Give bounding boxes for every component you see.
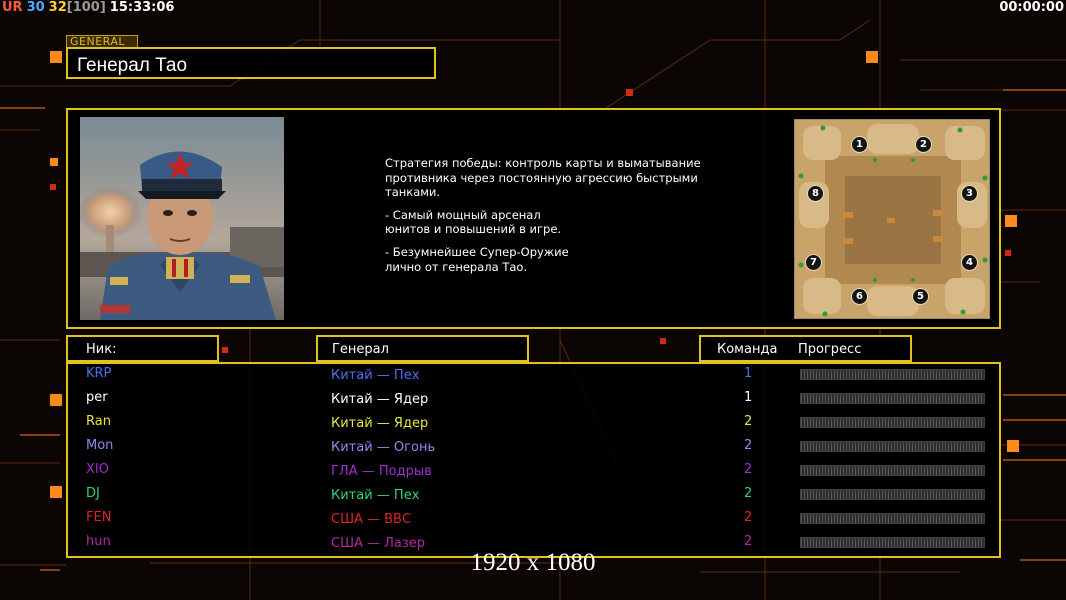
decor-square: [50, 158, 58, 166]
map-start-position: 2: [915, 136, 932, 153]
team-progress-header-box: Команда Прогресс: [699, 335, 912, 362]
player-team: 2: [744, 510, 753, 525]
player-general: Китай — Пех: [331, 368, 420, 383]
player-general: США — ВВС: [331, 512, 412, 527]
nick-header-box: Ник:: [66, 335, 219, 362]
player-row: XIO ГЛА — Подрыв 2: [0, 462, 1066, 486]
map-start-position: 7: [805, 254, 822, 271]
decor-square: [866, 51, 878, 63]
player-progress-bar: [800, 369, 985, 380]
player-nick: FEN: [86, 510, 112, 525]
player-nick: per: [86, 390, 108, 405]
decor-square: [50, 184, 56, 190]
player-nick: DJ: [86, 486, 100, 501]
player-team: 2: [744, 486, 753, 501]
player-team: 2: [744, 462, 753, 477]
resolution-label: 1920 x 1080: [470, 549, 596, 576]
status-value-c: [100]: [66, 0, 106, 15]
player-progress-bar: [800, 441, 985, 452]
player-team: 1: [744, 366, 753, 381]
player-team: 2: [744, 414, 753, 429]
map-start-position: 8: [807, 185, 824, 202]
player-nick: Mon: [86, 438, 114, 453]
decor-square: [50, 51, 62, 63]
player-nick: XIO: [86, 462, 109, 477]
player-row: Ran Китай — Ядер 2: [0, 414, 1066, 438]
player-row: per Китай — Ядер 1: [0, 390, 1066, 414]
map-preview: 1 2 3 4 5 6 7 8: [794, 119, 990, 319]
nick-header: Ник:: [86, 342, 117, 357]
description-paragraph: - Самый мощный арсенал юнитов и повышени…: [385, 207, 562, 237]
general-name: Генерал Тао: [77, 55, 188, 76]
status-value-a: 30: [26, 0, 45, 15]
player-nick: hun: [86, 534, 111, 549]
player-nick: KRP: [86, 366, 112, 381]
map-start-position: 3: [961, 185, 978, 202]
player-general: Китай — Пех: [331, 488, 420, 503]
decor-square: [1005, 250, 1011, 256]
player-team: 2: [744, 438, 753, 453]
team-header: Команда: [717, 342, 778, 357]
player-row: KRP Китай — Пех 1: [0, 366, 1066, 390]
player-row: Mon Китай — Огонь 2: [0, 438, 1066, 462]
general-header-box: Генерал: [316, 335, 529, 362]
player-team: 2: [744, 534, 753, 549]
player-team: 1: [744, 390, 753, 405]
map-start-position: 5: [912, 288, 929, 305]
status-ur: UR: [2, 0, 23, 15]
player-progress-bar: [800, 513, 985, 524]
player-progress-bar: [800, 537, 985, 548]
map-start-position: 1: [851, 136, 868, 153]
player-progress-bar: [800, 489, 985, 500]
status-timer: 00:00:00: [999, 0, 1064, 15]
status-bar-left: UR 30 32[100] 15:33:06: [2, 0, 178, 15]
player-general: Китай — Ядер: [331, 416, 429, 431]
status-value-b: 32: [48, 0, 67, 15]
player-progress-bar: [800, 393, 985, 404]
general-portrait: [80, 117, 284, 320]
decor-square: [1005, 215, 1017, 227]
general-description: Стратегия победы: контроль карты и вымат…: [385, 156, 715, 282]
general-title-box: Генерал Тао: [66, 47, 436, 79]
map-start-position: 4: [961, 254, 978, 271]
player-general: ГЛА — Подрыв: [331, 464, 432, 479]
decor-square: [660, 338, 666, 344]
decor-square: [626, 89, 633, 96]
player-progress-bar: [800, 417, 985, 428]
map-start-position: 6: [851, 288, 868, 305]
status-clock: 15:33:06: [109, 0, 175, 15]
description-paragraph: Стратегия победы: контроль карты и вымат…: [385, 156, 701, 200]
player-general: Китай — Ядер: [331, 392, 429, 407]
player-progress-bar: [800, 465, 985, 476]
progress-header: Прогресс: [798, 342, 862, 357]
player-general: Китай — Огонь: [331, 440, 436, 455]
general-header: Генерал: [332, 342, 389, 357]
player-row: FEN США — ВВС 2: [0, 510, 1066, 534]
description-paragraph: - Безумнейшее Супер-Оружие лично от гене…: [385, 244, 569, 274]
decor-square: [222, 347, 228, 353]
player-row: DJ Китай — Пех 2: [0, 486, 1066, 510]
player-nick: Ran: [86, 414, 111, 429]
